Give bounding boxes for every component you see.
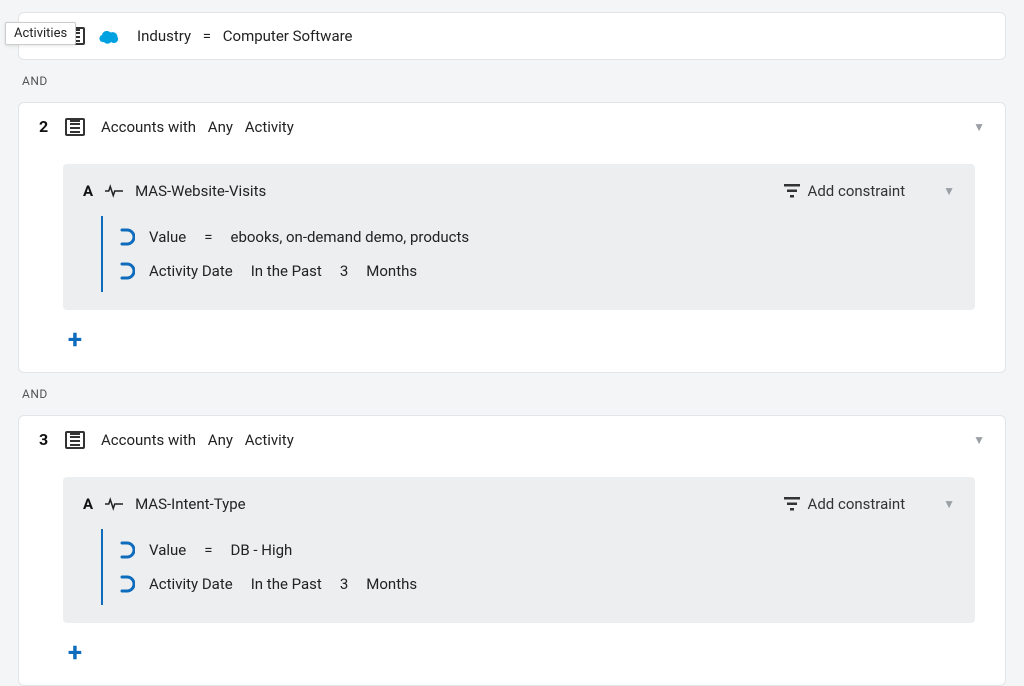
add-constraint-button[interactable]: Add constraint ▼ xyxy=(784,495,955,513)
constraint-row[interactable]: Value = ebooks, on-demand demo, products xyxy=(119,220,955,254)
op-token: = xyxy=(204,228,212,246)
rule-number: 2 xyxy=(39,117,53,136)
constraint-list: Value = ebooks, on-demand demo, products… xyxy=(101,216,955,292)
rule-card-1: Industry = Computer Software xyxy=(18,12,1006,60)
salesforce-icon xyxy=(97,28,121,44)
activity-letter: A xyxy=(83,182,93,200)
activity-letter: A xyxy=(83,495,93,513)
op-token: = xyxy=(203,27,211,45)
value-token: Computer Software xyxy=(223,27,353,45)
demandbase-icon xyxy=(119,575,135,593)
field-token: Value xyxy=(149,541,186,559)
op-token: In the Past xyxy=(251,575,322,593)
constraint-row[interactable]: Activity Date In the Past 3 Months xyxy=(119,567,955,601)
filter-icon xyxy=(784,497,800,511)
noun-token: Activity xyxy=(245,431,294,449)
rule-card-3: 3 Accounts with Any Activity ▼ A MAS-Int… xyxy=(18,415,1006,686)
prefix-token: Accounts with xyxy=(101,431,196,449)
rule-header[interactable]: Accounts with Any Activity xyxy=(97,118,298,136)
activity-name[interactable]: MAS-Intent-Type xyxy=(135,495,246,513)
value-token: ebooks, on-demand demo, products xyxy=(230,228,469,246)
op-token: In the Past xyxy=(251,262,322,280)
add-constraint-label: Add constraint xyxy=(808,495,906,513)
add-constraint-button[interactable]: Add constraint ▼ xyxy=(784,182,955,200)
constraint-row[interactable]: Value = DB - High xyxy=(119,533,955,567)
prefix-token: Accounts with xyxy=(101,118,196,136)
demandbase-icon xyxy=(119,541,135,559)
pulse-icon xyxy=(105,184,123,198)
filter-icon xyxy=(784,184,800,198)
field-token: Industry xyxy=(137,27,191,45)
noun-token: Activity xyxy=(245,118,294,136)
field-token: Activity Date xyxy=(149,575,233,593)
rule-condition[interactable]: Industry = Computer Software xyxy=(133,27,357,45)
quantifier-token: Any xyxy=(208,431,233,449)
account-icon xyxy=(65,431,85,449)
chevron-down-icon[interactable]: ▼ xyxy=(973,120,985,134)
rule-card-2: 2 Accounts with Any Activity ▼ A MAS-Web… xyxy=(18,102,1006,373)
unit-token: Months xyxy=(366,575,417,593)
demandbase-icon xyxy=(119,262,135,280)
chevron-down-icon[interactable]: ▼ xyxy=(943,497,955,511)
rule-header[interactable]: Accounts with Any Activity xyxy=(97,431,298,449)
add-constraint-label: Add constraint xyxy=(808,182,906,200)
op-token: = xyxy=(204,541,212,559)
activity-name[interactable]: MAS-Website-Visits xyxy=(135,182,266,200)
demandbase-icon xyxy=(119,228,135,246)
boolean-connector: AND xyxy=(22,74,1024,88)
activity-block: A MAS-Website-Visits Add constraint ▼ Va… xyxy=(63,164,975,310)
value-token: DB - High xyxy=(230,541,292,559)
quantifier-token: Any xyxy=(208,118,233,136)
constraint-row[interactable]: Activity Date In the Past 3 Months xyxy=(119,254,955,288)
num-token: 3 xyxy=(340,575,348,593)
account-icon xyxy=(65,118,85,136)
add-activity-button[interactable]: + xyxy=(63,641,87,665)
add-activity-button[interactable]: + xyxy=(63,328,87,352)
rule-number: 3 xyxy=(39,430,53,449)
num-token: 3 xyxy=(340,262,348,280)
chevron-down-icon[interactable]: ▼ xyxy=(973,433,985,447)
unit-token: Months xyxy=(366,262,417,280)
activity-block: A MAS-Intent-Type Add constraint ▼ Value… xyxy=(63,477,975,623)
field-token: Activity Date xyxy=(149,262,233,280)
field-token: Value xyxy=(149,228,186,246)
tooltip-activities: Activities xyxy=(5,22,76,45)
pulse-icon xyxy=(105,497,123,511)
constraint-list: Value = DB - High Activity Date In the P… xyxy=(101,529,955,605)
chevron-down-icon[interactable]: ▼ xyxy=(943,184,955,198)
boolean-connector: AND xyxy=(22,387,1024,401)
